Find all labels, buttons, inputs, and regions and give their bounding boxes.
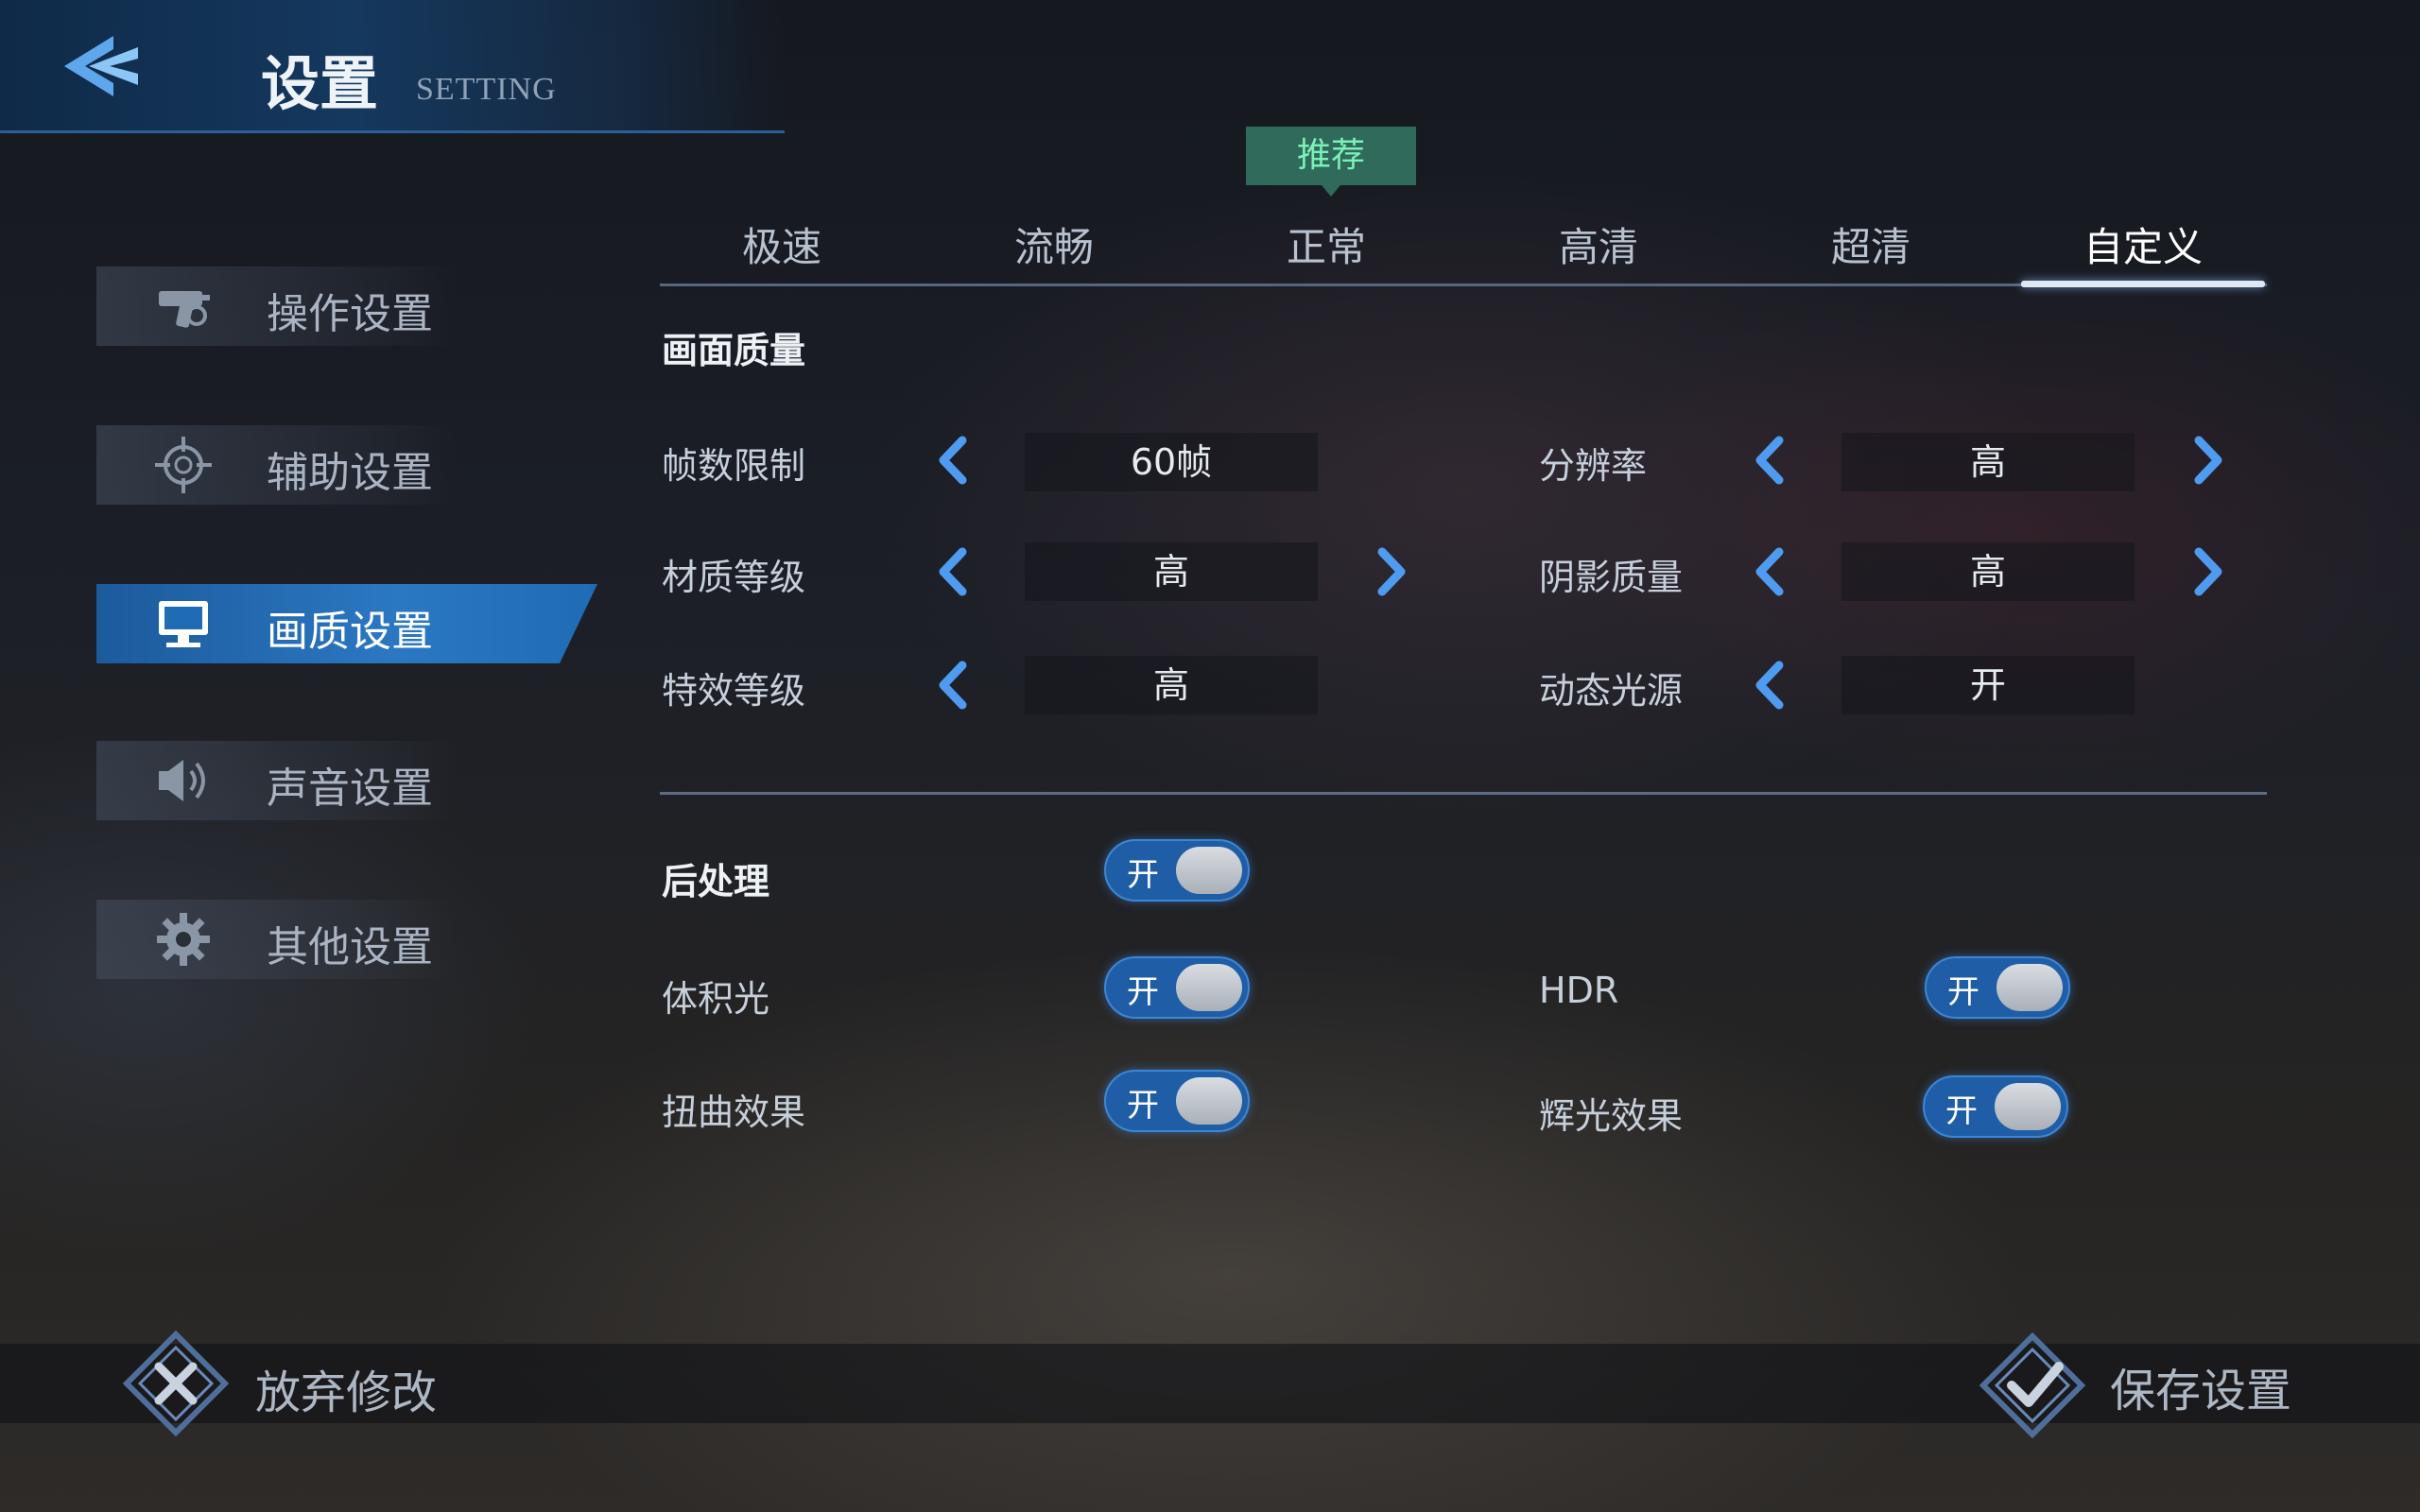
tab-active-indicator [2021,281,2265,287]
setting-value-shadow: 高 [1841,542,2135,601]
setting-label-hdr: HDR [1539,970,1619,1011]
tab-ultra-hd[interactable]: 超清 [1781,215,1961,273]
section-title-post: 后处理 [662,861,770,902]
back-arrow-icon [64,36,138,96]
sidebar-item-other[interactable]: 其他设置 [96,900,456,979]
page-subtitle: SETTING [416,72,557,107]
chevron-left-icon[interactable] [1751,546,1789,597]
setting-label-texture: 材质等级 [662,557,806,598]
setting-label-distortion: 扭曲效果 [662,1091,806,1133]
setting-label-shadow: 阴影质量 [1539,557,1684,598]
sidebar-item-label: 画质设置 [267,608,433,656]
discard-button[interactable]: 放弃修改 [123,1325,463,1442]
chevron-left-icon[interactable] [1751,435,1789,486]
toggle-knob [1176,847,1242,894]
chevron-right-icon[interactable] [2189,546,2227,597]
speaker-icon [159,760,205,801]
close-icon [123,1331,229,1436]
chevron-left-icon[interactable] [1751,660,1789,711]
setting-value-effects: 高 [1025,656,1318,714]
save-button[interactable]: 保存设置 [1979,1327,2320,1444]
toggle-hdr[interactable]: 开 [1925,956,2070,1019]
setting-value-texture: 高 [1025,542,1318,601]
tab-fastest[interactable]: 极速 [692,215,872,273]
back-button[interactable] [57,28,151,104]
setting-value-resolution: 高 [1841,433,2135,491]
gun-icon [159,291,210,328]
toggle-knob [1995,1083,2061,1130]
sidebar-item-operation[interactable]: 操作设置 [96,266,456,346]
checkmark-icon [1979,1332,2085,1438]
toggle-knob [1176,964,1242,1011]
crosshair-icon [155,437,212,493]
toggle-state-label: 开 [1127,856,1159,894]
setting-value-fps: 60帧 [1025,433,1318,491]
save-label: 保存设置 [2110,1365,2292,1418]
sidebar-item-label: 声音设置 [267,765,433,813]
monitor-icon [159,601,208,647]
sidebar-item-assist[interactable]: 辅助设置 [96,425,456,505]
setting-label-volumetric: 体积光 [662,978,770,1020]
toggle-state-label: 开 [1945,1092,1978,1130]
tab-custom[interactable]: 自定义 [2053,215,2233,273]
toggle-state-label: 开 [1947,973,1979,1011]
tab-smooth[interactable]: 流畅 [964,215,1144,273]
chevron-right-icon[interactable] [2189,435,2227,486]
section-title-quality: 画面质量 [662,330,806,371]
tab-normal[interactable]: 正常 [1236,215,1416,273]
tab-hd[interactable]: 高清 [1509,215,1688,273]
setting-label-dynamic-light: 动态光源 [1539,670,1684,712]
toggle-state-label: 开 [1127,973,1159,1011]
recommended-badge: 推荐 [1246,127,1416,197]
toggle-state-label: 开 [1127,1087,1159,1125]
chevron-right-icon[interactable] [1373,546,1410,597]
setting-label-bloom: 辉光效果 [1539,1095,1684,1137]
toggle-volumetric-light[interactable]: 开 [1104,956,1250,1019]
toggle-bloom[interactable]: 开 [1923,1075,2068,1138]
sidebar-item-label: 辅助设置 [267,449,433,497]
section-divider [660,792,2267,795]
gear-icon [157,913,210,966]
setting-label-effects: 特效等级 [662,670,806,712]
setting-label-fps: 帧数限制 [662,445,806,487]
setting-value-dynamic-light: 开 [1841,656,2135,714]
chevron-left-icon[interactable] [934,660,972,711]
sidebar-item-label: 其他设置 [267,923,433,971]
toggle-distortion[interactable]: 开 [1104,1070,1250,1132]
chevron-left-icon[interactable] [934,435,972,486]
toggle-knob [1996,964,2063,1011]
toggle-post-processing[interactable]: 开 [1104,839,1250,902]
sidebar-item-graphics[interactable]: 画质设置 [96,584,597,663]
toggle-knob [1176,1077,1242,1125]
chevron-left-icon[interactable] [934,546,972,597]
sidebar-item-label: 操作设置 [267,290,433,338]
setting-label-resolution: 分辨率 [1539,445,1648,487]
sidebar-item-sound[interactable]: 声音设置 [96,741,456,820]
discard-label: 放弃修改 [255,1366,438,1419]
page-title: 设置 [261,53,379,117]
